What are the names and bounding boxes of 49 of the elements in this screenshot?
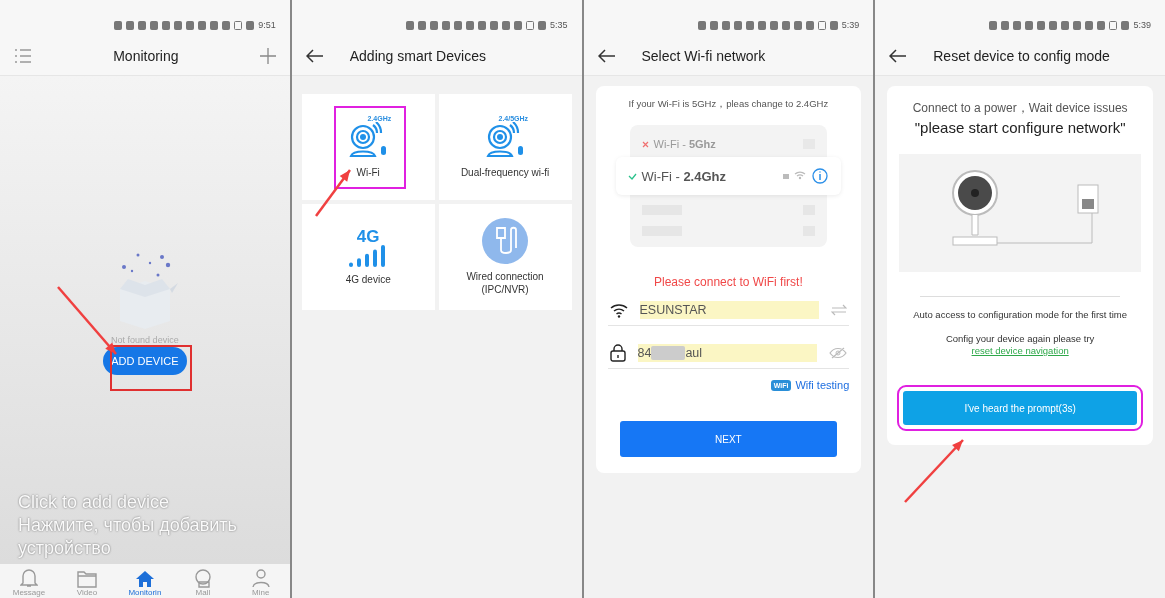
status-time: 5:39 (841, 20, 860, 30)
cross-icon (641, 140, 649, 148)
ethernet-cable-icon (482, 218, 529, 264)
status-time: 9:51 (258, 20, 276, 30)
annotation-arrow (904, 439, 965, 503)
hidden-eye-icon[interactable] (829, 347, 848, 359)
signal-bars-icon (349, 245, 388, 267)
add-icon[interactable] (259, 47, 276, 64)
home-icon (134, 570, 155, 588)
screen-title: Monitoring (113, 47, 179, 64)
folder-icon (76, 570, 97, 588)
nav-tab[interactable]: Mall (173, 564, 232, 598)
list-menu-icon[interactable] (14, 48, 32, 63)
next-button[interactable]: NEXT (619, 421, 838, 457)
network-type-label: 4G (356, 228, 380, 245)
screen-title: Adding smart Devices (349, 47, 486, 64)
back-arrow-icon[interactable] (305, 48, 324, 63)
voice-prompt-text: "please start configure network" (914, 119, 1126, 136)
back-arrow-icon[interactable] (597, 48, 616, 63)
back-arrow-icon[interactable] (889, 48, 908, 63)
warning-text: Please connect to WiFi first! (653, 275, 804, 289)
lock-icon (609, 344, 626, 362)
password-field[interactable]: 84 aul (637, 344, 818, 362)
reset-navigation-link[interactable]: reset device navigation (971, 345, 1069, 356)
person-icon (250, 568, 271, 588)
screen-title: Reset device to config mode (933, 47, 1110, 64)
nav-tab[interactable]: Message (0, 564, 58, 598)
status-time: 5:39 (1133, 20, 1151, 30)
network-status-icons (783, 168, 830, 184)
nav-tab[interactable]: Mine (231, 564, 290, 598)
wifi-icon (609, 302, 628, 318)
auto-config-note: Auto access to configuration mode for the first time (912, 309, 1129, 321)
status-time: 5:35 (549, 20, 568, 30)
nav-tab[interactable]: Video (57, 564, 116, 598)
bell-icon (19, 568, 38, 588)
swap-icon[interactable] (831, 304, 848, 316)
retry-text: Config your device again please try reset device navigation (944, 333, 1096, 357)
device-type-card[interactable]: 4G 4G device (301, 204, 435, 310)
check-icon (627, 172, 637, 180)
network-option[interactable]: Wi-Fi - 5Ghz (629, 131, 828, 157)
device-type-card[interactable]: Wired connection (IPC/NVR) (438, 204, 572, 310)
add-device-button[interactable]: ADD DEVICE (103, 347, 187, 375)
hint-text: If your Wi-Fi is 5GHz，pleas change to 2.4GHz (627, 98, 830, 111)
screen-title: Select Wi-fi network (641, 47, 766, 64)
network-option[interactable]: Wi-Fi - 2.4Ghz (615, 157, 842, 195)
nav-tab[interactable]: Monitorin (115, 564, 174, 598)
instruction-text: Connect to a power，Wait device issues (912, 100, 1128, 117)
annotation-arrow (314, 169, 351, 217)
network-name-field[interactable]: ESUNSTAR (639, 301, 820, 319)
